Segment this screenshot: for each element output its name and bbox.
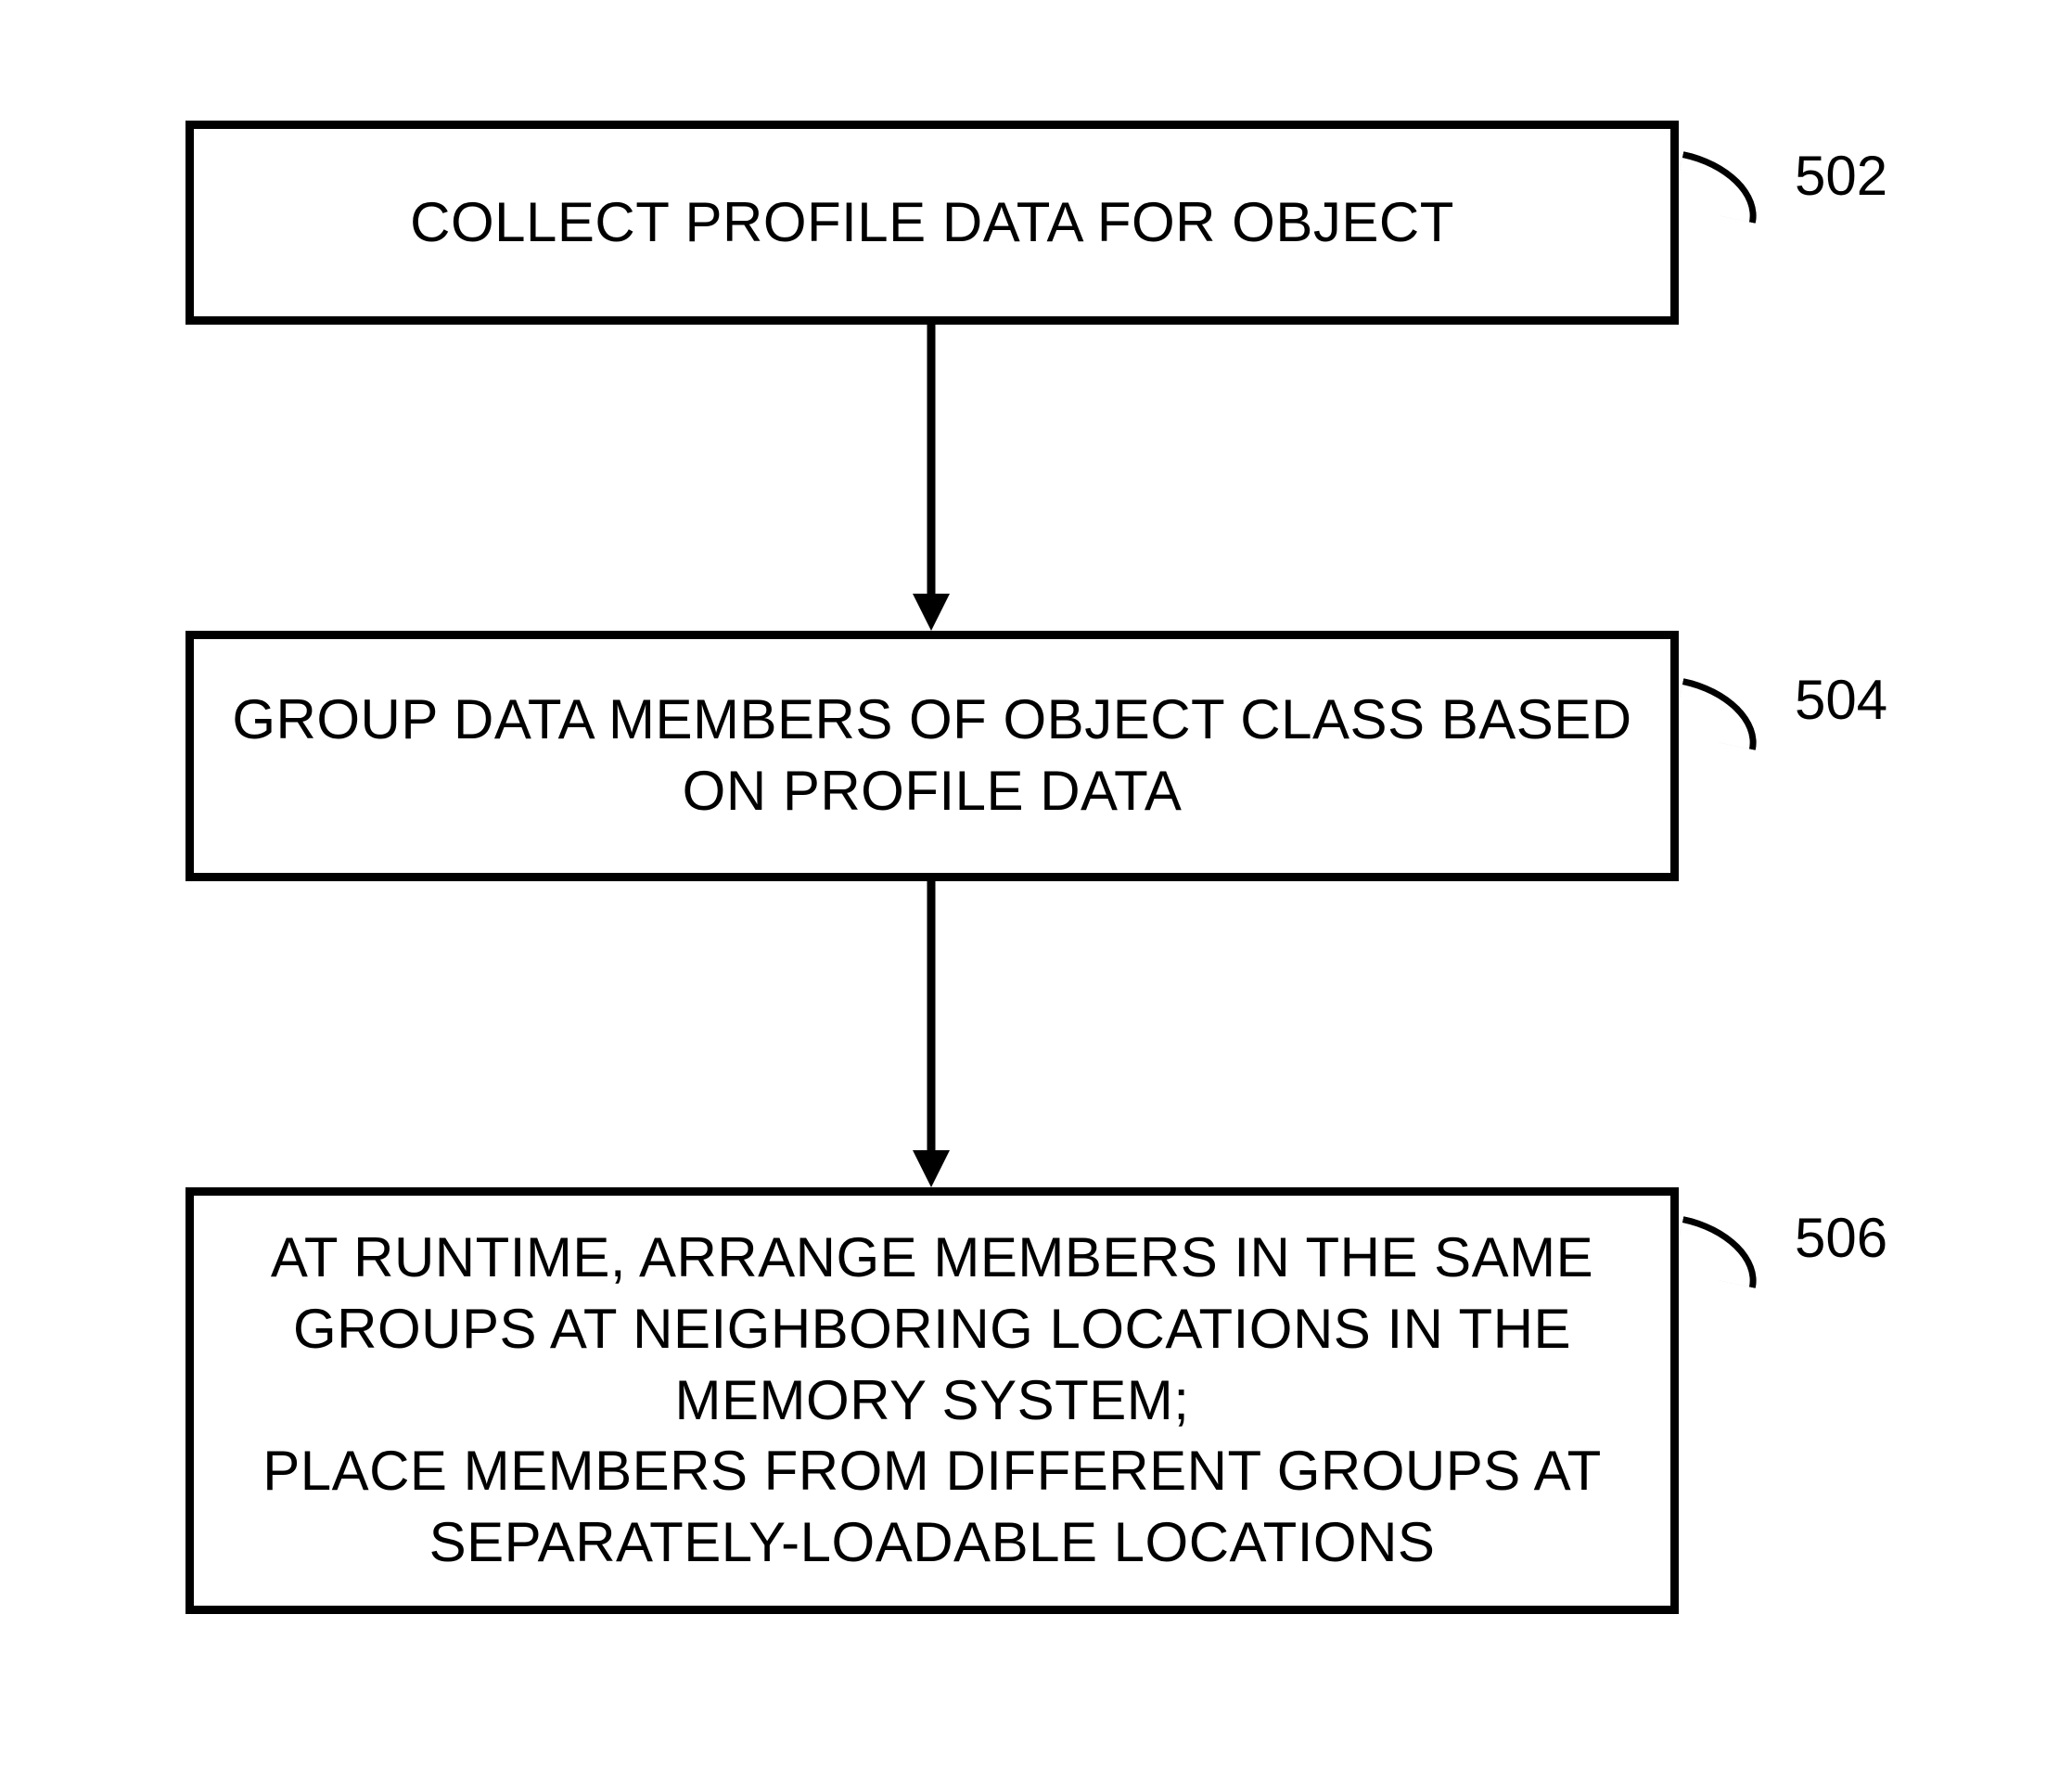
box-1-text: COLLECT PROFILE DATA FOR OBJECT <box>410 187 1454 259</box>
box-collect-profile-data: COLLECT PROFILE DATA FOR OBJECT <box>185 121 1679 325</box>
box-group-data-members: GROUP DATA MEMBERS OF OBJECT CLASS BASED… <box>185 631 1679 881</box>
label-502: 502 <box>1795 144 1887 208</box>
flowchart: COLLECT PROFILE DATA FOR OBJECT 502 GROU… <box>0 0 2072 1768</box>
label-connector-504 <box>1672 678 1767 750</box>
box-2-text: GROUP DATA MEMBERS OF OBJECT CLASS BASED… <box>232 685 1631 827</box>
label-504: 504 <box>1795 668 1887 732</box>
arrow-1 <box>913 325 950 631</box>
box-arrange-members: AT RUNTIME, ARRANGE MEMBERS IN THE SAME … <box>185 1187 1679 1614</box>
box-3-text: AT RUNTIME, ARRANGE MEMBERS IN THE SAME … <box>262 1223 1602 1579</box>
label-connector-506 <box>1672 1216 1767 1288</box>
label-connector-502 <box>1672 151 1767 224</box>
label-506: 506 <box>1795 1206 1887 1270</box>
arrow-2 <box>913 881 950 1187</box>
